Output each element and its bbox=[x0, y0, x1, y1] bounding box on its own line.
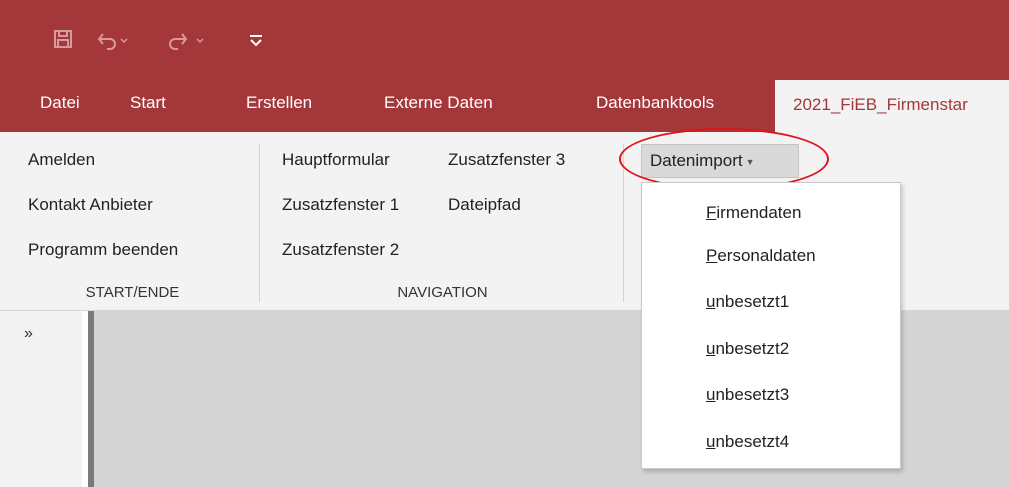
expand-navigation-icon[interactable]: » bbox=[24, 325, 33, 343]
menu-item-unbesetzt2[interactable]: unbesetzt2 bbox=[706, 338, 789, 360]
dateipfad-button[interactable]: Dateipfad bbox=[448, 194, 521, 216]
group-separator bbox=[623, 144, 624, 302]
tab-erstellen[interactable]: Erstellen bbox=[246, 76, 312, 132]
tab-active-custom[interactable]: 2021_FiEB_Firmenstar bbox=[775, 80, 1009, 132]
programm-beenden-button[interactable]: Programm beenden bbox=[28, 239, 178, 261]
tab-externe-daten[interactable]: Externe Daten bbox=[384, 76, 493, 132]
menu-item-unbesetzt4[interactable]: unbesetzt4 bbox=[706, 431, 789, 453]
tab-datei[interactable]: Datei bbox=[40, 76, 80, 132]
zusatzfenster-2-button[interactable]: Zusatzfenster 2 bbox=[282, 239, 399, 261]
menu-item-firmendaten[interactable]: Firmendaten bbox=[706, 202, 801, 224]
amelden-button[interactable]: Amelden bbox=[28, 149, 95, 171]
kontakt-anbieter-button[interactable]: Kontakt Anbieter bbox=[28, 194, 153, 216]
tab-start[interactable]: Start bbox=[130, 76, 166, 132]
group-label-start-ende: START/ENDE bbox=[85, 284, 180, 301]
chevron-down-icon: ▼ bbox=[745, 156, 755, 167]
tab-datenbanktools[interactable]: Datenbanktools bbox=[596, 76, 714, 132]
customize-icon[interactable] bbox=[248, 28, 264, 50]
save-icon[interactable] bbox=[52, 28, 74, 50]
zusatzfenster-3-button[interactable]: Zusatzfenster 3 bbox=[448, 149, 565, 171]
hauptformular-button[interactable]: Hauptformular bbox=[282, 149, 390, 171]
group-separator bbox=[259, 144, 260, 302]
datenimport-menu: Firmendaten Personaldaten unbesetzt1 unb… bbox=[641, 182, 901, 469]
ribbon-tab-bar: Datei Start Erstellen Externe Daten Date… bbox=[0, 76, 1009, 132]
undo-icon[interactable] bbox=[96, 28, 132, 50]
menu-item-personaldaten[interactable]: Personaldaten bbox=[706, 245, 816, 267]
redo-icon[interactable] bbox=[168, 28, 208, 50]
navigation-pane bbox=[0, 311, 82, 487]
zusatzfenster-1-button[interactable]: Zusatzfenster 1 bbox=[282, 194, 399, 216]
datenimport-dropdown-button[interactable]: Datenimport ▼ bbox=[641, 144, 799, 178]
menu-item-unbesetzt1[interactable]: unbesetzt1 bbox=[706, 291, 789, 313]
menu-item-unbesetzt3[interactable]: unbesetzt3 bbox=[706, 384, 789, 406]
group-label-navigation: NAVIGATION bbox=[397, 284, 488, 301]
datenimport-label: Datenimport bbox=[650, 151, 743, 170]
quick-access-toolbar bbox=[0, 0, 1009, 76]
